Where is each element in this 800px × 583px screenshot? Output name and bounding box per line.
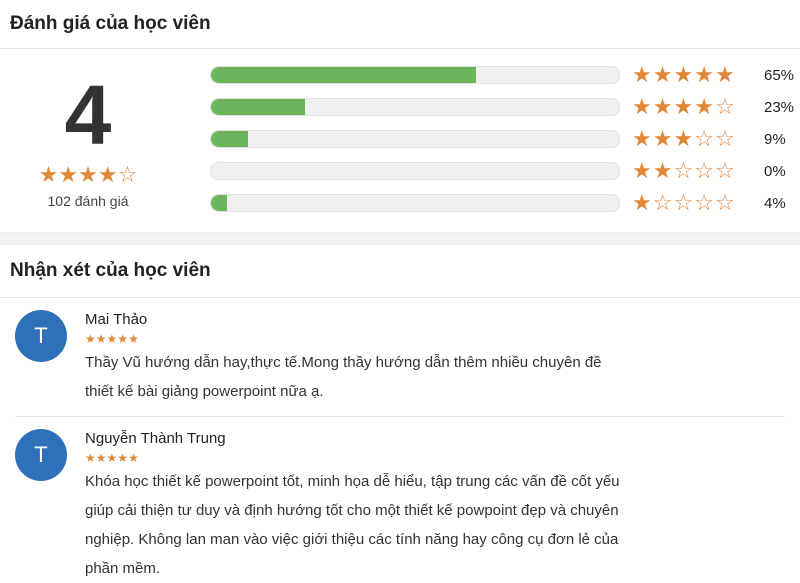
star-filled-icon: ★	[85, 332, 96, 346]
review-stars: ★★★★★	[85, 451, 800, 465]
star-filled-icon: ★	[632, 94, 653, 119]
ratings-panel: 4 ★★★★☆ 102 đánh giá ★★★★★ 65% ★★★★☆ 23%…	[0, 49, 800, 233]
row-stars: ★☆☆☆☆	[632, 190, 750, 216]
star-empty-icon: ☆	[714, 158, 736, 183]
star-filled-icon: ★	[95, 451, 107, 465]
rating-percent: 23%	[764, 98, 795, 116]
rating-bar-track	[210, 66, 620, 84]
star-filled-icon: ★	[117, 451, 129, 465]
star-empty-icon: ☆	[673, 158, 695, 183]
rating-bar-track	[210, 130, 620, 148]
ratings-title: Đánh giá của học viên	[10, 13, 211, 34]
star-filled-icon: ★	[95, 332, 107, 346]
rating-percent: 4%	[764, 194, 786, 212]
review-text: Khóa học thiết kế powerpoint tốt, minh h…	[85, 473, 620, 577]
star-filled-icon: ★	[128, 332, 139, 346]
rating-bar-fill	[211, 67, 477, 83]
review-item: T Nguyễn Thành Trung ★★★★★ Khóa học thiế…	[0, 417, 800, 583]
star-empty-icon: ☆	[714, 190, 736, 215]
star-empty-icon: ☆	[694, 158, 715, 183]
star-filled-icon: ★	[128, 451, 139, 465]
star-filled-icon: ★	[652, 158, 674, 183]
star-filled-icon: ★	[632, 126, 653, 151]
star-empty-icon: ☆	[673, 190, 695, 215]
star-filled-icon: ★	[694, 62, 715, 87]
row-stars: ★★★★☆	[632, 94, 750, 120]
ratings-header: Đánh giá của học viên	[0, 0, 800, 49]
rating-row-3[interactable]: ★★★☆☆ 9%	[210, 123, 800, 155]
star-empty-icon: ☆	[694, 126, 715, 151]
rating-bar-fill	[211, 99, 305, 115]
star-filled-icon: ★	[652, 62, 674, 87]
star-filled-icon: ★	[673, 126, 695, 151]
star-filled-icon: ★	[85, 451, 96, 465]
star-filled-icon: ★	[78, 162, 98, 187]
star-filled-icon: ★	[106, 451, 118, 465]
star-filled-icon: ★	[652, 126, 674, 151]
star-filled-icon: ★	[97, 162, 118, 187]
star-filled-icon: ★	[652, 94, 674, 119]
rating-summary: 4 ★★★★☆ 102 đánh giá	[18, 67, 158, 209]
rating-row-5[interactable]: ★★★★★ 65%	[210, 59, 800, 91]
avatar: T	[15, 429, 67, 481]
star-filled-icon: ★	[38, 162, 59, 187]
section-gap	[0, 233, 800, 245]
star-empty-icon: ☆	[694, 190, 715, 215]
rating-bar-track	[210, 162, 620, 180]
average-stars: ★★★★☆	[18, 163, 158, 187]
star-empty-icon: ☆	[117, 162, 138, 187]
star-filled-icon: ★	[673, 94, 695, 119]
star-filled-icon: ★	[632, 62, 653, 87]
star-empty-icon: ☆	[652, 190, 674, 215]
reviews-header: Nhận xét của học viên	[0, 245, 800, 298]
rating-percent: 65%	[764, 66, 795, 84]
row-stars: ★★★☆☆	[632, 126, 750, 152]
rating-bar-fill	[211, 131, 248, 147]
star-filled-icon: ★	[694, 94, 715, 119]
rating-percent: 0%	[764, 162, 786, 180]
star-filled-icon: ★	[673, 62, 695, 87]
star-filled-icon: ★	[106, 332, 118, 346]
review-stars: ★★★★★	[85, 332, 800, 346]
avatar: T	[15, 310, 67, 362]
review-item: T Mai Thảo ★★★★★ Thầy Vũ hướng dẫn hay,t…	[0, 298, 800, 406]
rating-bar-track	[210, 194, 620, 212]
reviews-title: Nhận xét của học viên	[10, 260, 211, 281]
star-filled-icon: ★	[632, 190, 653, 215]
row-stars: ★★☆☆☆	[632, 158, 750, 184]
star-filled-icon: ★	[714, 62, 736, 87]
rating-row-1[interactable]: ★☆☆☆☆ 4%	[210, 187, 800, 219]
reviewer-name: Mai Thảo	[85, 311, 148, 328]
rating-bar-fill	[211, 195, 228, 211]
average-score: 4	[64, 68, 112, 162]
rating-percent: 9%	[764, 130, 786, 148]
rating-distribution: ★★★★★ 65% ★★★★☆ 23% ★★★☆☆ 9% ★★☆☆☆ 0% ★☆…	[210, 59, 800, 219]
rating-row-4[interactable]: ★★★★☆ 23%	[210, 91, 800, 123]
reviewer-name: Nguyễn Thành Trung	[85, 430, 226, 447]
review-text: Thầy Vũ hướng dẫn hay,thực tế.Mong thầy …	[85, 354, 602, 400]
star-filled-icon: ★	[58, 162, 79, 187]
review-count: 102 đánh giá	[47, 193, 129, 209]
rating-row-2[interactable]: ★★☆☆☆ 0%	[210, 155, 800, 187]
star-empty-icon: ☆	[714, 126, 736, 151]
row-stars: ★★★★★	[632, 62, 750, 88]
rating-bar-track	[210, 98, 620, 116]
star-filled-icon: ★	[117, 332, 129, 346]
star-empty-icon: ☆	[714, 94, 736, 119]
star-filled-icon: ★	[632, 158, 653, 183]
